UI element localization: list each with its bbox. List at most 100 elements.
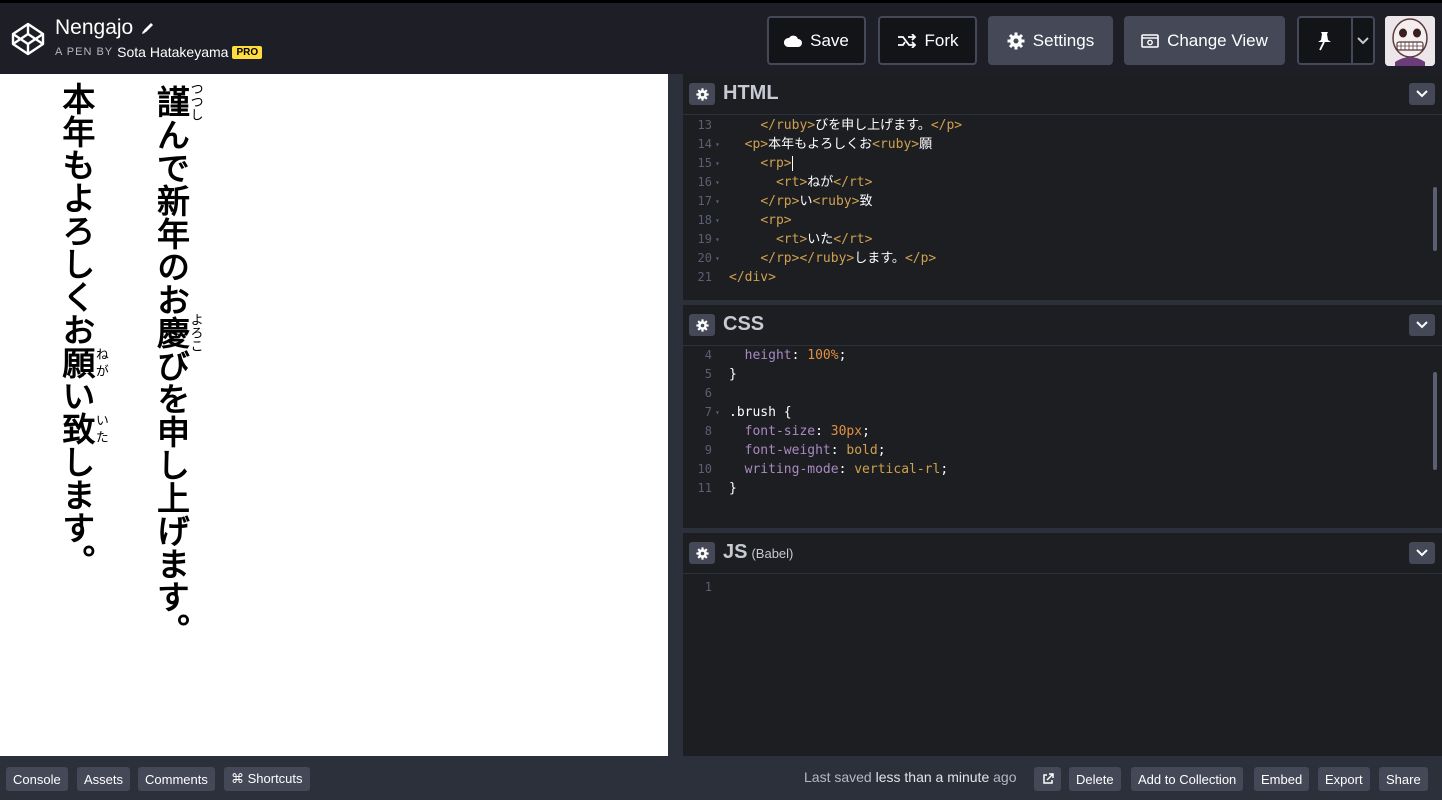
fold-arrow-icon[interactable]: ▾ (715, 135, 720, 154)
embed-button[interactable]: Embed (1254, 767, 1310, 791)
pen-title[interactable]: Nengajo (55, 16, 262, 40)
fold-arrow-icon[interactable]: ▾ (715, 192, 720, 211)
line-number: 16 (697, 175, 712, 189)
assets-button[interactable]: Assets (77, 767, 131, 791)
chevron-down-icon[interactable] (1356, 31, 1370, 49)
html-code-area[interactable]: 13 </ruby>びを申し上げます。</p> 14 ▾ <p>本年もよろしくお<r… (683, 114, 1442, 300)
ruby-tsutsushi: 謹つつし (152, 82, 203, 121)
js-settings-button[interactable] (689, 542, 715, 564)
chevron-down-icon (1416, 321, 1428, 329)
fold-arrow-icon[interactable]: ▾ (715, 154, 720, 173)
code-line[interactable]: 7 ▾ .brush { (683, 403, 1423, 422)
settings-button[interactable]: Settings (988, 16, 1113, 65)
resize-handle[interactable] (668, 74, 683, 756)
greeting-text-2e: します。 (56, 445, 96, 577)
code-line[interactable]: 20 ▾ </rp></ruby>します。</p> (683, 249, 1423, 268)
css-settings-button[interactable] (689, 314, 715, 336)
greeting-text-1d: びを申し上げます。 (151, 349, 191, 646)
css-scrollbar[interactable] (1433, 372, 1437, 470)
line-number: 14 (697, 137, 712, 151)
fold-arrow-icon[interactable]: ▾ (715, 211, 720, 230)
kanji-yorokobi: 慶 (151, 313, 191, 352)
code-line[interactable]: 14 ▾ <p>本年もよろしくお<ruby>願 (683, 135, 1423, 154)
chevron-down-icon (1416, 90, 1428, 98)
html-settings-button[interactable] (689, 83, 715, 105)
ruby-text-tsutsushi: つつし (187, 82, 203, 121)
js-editor-header: JS (Babel) (683, 533, 1442, 573)
fork-button[interactable]: Fork (878, 16, 977, 65)
delete-button[interactable]: Delete (1069, 767, 1121, 791)
text-cursor (791, 156, 793, 171)
pin-icon[interactable] (1315, 31, 1333, 51)
gear-icon (695, 318, 709, 332)
code-line[interactable]: 8 font-size: 30px; (683, 422, 1423, 441)
add-to-collection-button[interactable]: Add to Collection (1131, 767, 1244, 791)
code-line[interactable]: 11} (683, 479, 1423, 498)
greeting-text-1b: んで新年のお (151, 118, 191, 316)
fold-arrow-icon[interactable]: ▾ (715, 230, 720, 249)
greeting-text-2c: い (56, 379, 96, 412)
line-number: 6 (704, 386, 712, 400)
share-button[interactable]: Share (1379, 767, 1428, 791)
html-editor-title: HTML (723, 82, 779, 104)
ruby-text-negai: ねが (92, 346, 108, 379)
code-line[interactable]: 13 </ruby>びを申し上げます。</p> (683, 116, 1423, 135)
js-collapse-button[interactable] (1409, 542, 1435, 564)
kanji-itashi: 致 (56, 412, 96, 445)
shortcuts-button[interactable]: ⌘ Shortcuts (224, 767, 310, 791)
code-line[interactable]: 6 (683, 384, 1423, 403)
console-button[interactable]: Console (6, 767, 68, 791)
pen-title-text[interactable]: Nengajo (55, 16, 133, 40)
code-text: font-size: 30px; (744, 424, 870, 439)
code-text: <rt>いた</rt> (775, 232, 873, 247)
pencil-icon[interactable] (141, 21, 155, 35)
saved-time: less than a minute (875, 769, 990, 785)
greeting-text-2a: 本年もよろしくお (56, 82, 96, 346)
avatar[interactable] (1385, 16, 1435, 66)
code-line[interactable]: 1 (683, 578, 1423, 597)
html-scrollbar[interactable] (1433, 187, 1437, 251)
open-external-button[interactable] (1034, 767, 1061, 791)
export-button[interactable]: Export (1318, 767, 1370, 791)
html-collapse-button[interactable] (1409, 83, 1435, 105)
settings-label: Settings (1032, 30, 1095, 50)
line-number: 4 (704, 348, 712, 362)
line-number: 1 (704, 580, 712, 594)
change-view-button[interactable]: Change View (1124, 16, 1285, 65)
html-editor-header: HTML (683, 74, 1442, 114)
code-line[interactable]: 10 writing-mode: vertical-rl; (683, 460, 1423, 479)
code-line[interactable]: 16 ▾ <rt>ねが</rt> (683, 173, 1423, 192)
by-label: A PEN BY (55, 46, 114, 58)
author-link[interactable]: Sota Hatakeyama (117, 44, 228, 60)
save-label: Save (810, 30, 849, 50)
css-collapse-button[interactable] (1409, 314, 1435, 336)
line-number: 21 (697, 270, 712, 284)
code-line[interactable]: 15 ▾ <rp> (683, 154, 1423, 173)
ruby-text-yorokobi: よろこ (187, 313, 203, 352)
code-line[interactable]: 9 font-weight: bold; (683, 441, 1423, 460)
code-line[interactable]: 5} (683, 365, 1423, 384)
code-line[interactable]: 18 ▾ <rp> (683, 211, 1423, 230)
line-number: 9 (704, 443, 712, 457)
code-line[interactable]: 4 height: 100%; (683, 346, 1423, 365)
line-number: 19 (697, 232, 712, 246)
js-editor-title: JS (Babel) (723, 541, 793, 564)
code-text: .brush { (729, 405, 792, 420)
comments-button[interactable]: Comments (138, 767, 215, 791)
code-line[interactable]: 21 </div> (683, 268, 1423, 287)
fold-arrow-icon[interactable]: ▾ (715, 249, 720, 268)
fold-arrow-icon[interactable]: ▾ (715, 403, 720, 422)
external-link-icon (1042, 773, 1054, 784)
pin-button-group (1297, 16, 1375, 65)
code-line[interactable]: 19 ▾ <rt>いた</rt> (683, 230, 1423, 249)
code-text: </ruby>びを申し上げます。</p> (760, 118, 963, 133)
js-code-area[interactable]: 1 (683, 573, 1442, 756)
pro-badge[interactable]: PRO (232, 45, 263, 59)
css-code-area[interactable]: 4 height: 100%; 5} 6 7 ▾ .brush {8 font-size:… (683, 345, 1442, 528)
code-line[interactable]: 17 ▾ </rp>い<ruby>致 (683, 192, 1423, 211)
fold-arrow-icon[interactable]: ▾ (715, 173, 720, 192)
save-button[interactable]: Save (767, 16, 866, 65)
codepen-logo-icon[interactable] (10, 21, 46, 57)
code-text: <p>本年もよろしくお<ruby>願 (744, 137, 933, 152)
nengajo-text: 謹つつしんで新年のお慶よろこびを申し上げます。 本年もよろしくお願ねがい致いたし… (13, 82, 203, 702)
